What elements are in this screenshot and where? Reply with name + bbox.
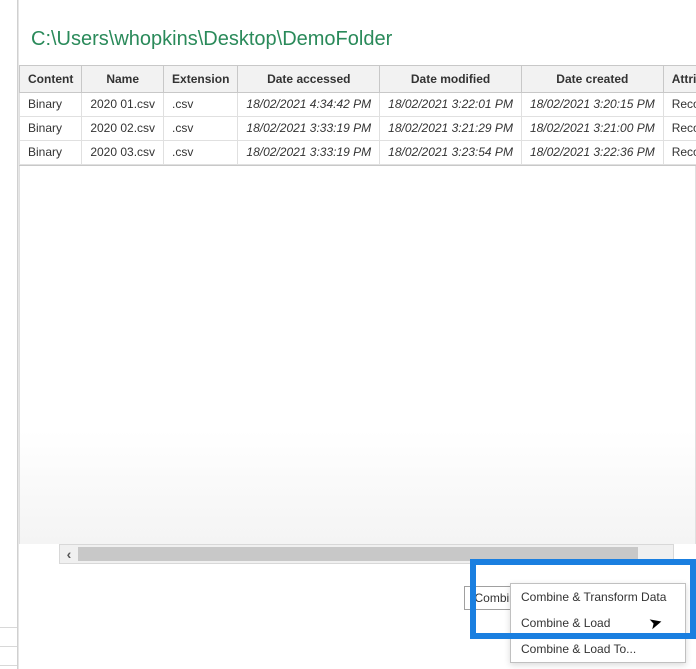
cell-extension: .csv	[164, 116, 238, 140]
cell-date-accessed: 18/02/2021 3:33:19 PM	[238, 140, 380, 164]
cell-attributes: Record	[663, 92, 696, 116]
table-row[interactable]: Binary2020 03.csv.csv18/02/2021 3:33:19 …	[20, 140, 696, 164]
menu-combine-transform[interactable]: Combine & Transform Data	[511, 584, 685, 610]
scroll-left-button[interactable]: ‹	[60, 545, 78, 563]
cell-extension: .csv	[164, 140, 238, 164]
col-content[interactable]: Content	[20, 66, 82, 92]
cell-content: Binary	[20, 92, 82, 116]
col-date-modified[interactable]: Date modified	[380, 66, 522, 92]
folder-path-title: C:\Users\whopkins\Desktop\DemoFolder	[19, 0, 696, 65]
table-row[interactable]: Binary2020 02.csv.csv18/02/2021 3:33:19 …	[20, 116, 696, 140]
combine-dropdown-menu: Combine & Transform Data Combine & Load …	[510, 583, 686, 663]
cell-date-created: 18/02/2021 3:20:15 PM	[521, 92, 663, 116]
cell-content: Binary	[20, 140, 82, 164]
col-extension[interactable]: Extension	[164, 66, 238, 92]
menu-combine-load-to[interactable]: Combine & Load To...	[511, 636, 685, 662]
cell-date-created: 18/02/2021 3:22:36 PM	[521, 140, 663, 164]
cell-attributes: Record	[663, 140, 696, 164]
spreadsheet-left-margin	[0, 0, 18, 669]
table-row[interactable]: Binary2020 01.csv.csv18/02/2021 4:34:42 …	[20, 92, 696, 116]
col-attributes[interactable]: Attributes	[663, 66, 696, 92]
cell-name: 2020 02.csv	[82, 116, 164, 140]
scroll-thumb[interactable]	[78, 547, 638, 561]
cell-content: Binary	[20, 116, 82, 140]
cell-date-modified: 18/02/2021 3:23:54 PM	[380, 140, 522, 164]
cell-date-modified: 18/02/2021 3:21:29 PM	[380, 116, 522, 140]
file-list-grid: Content Name Extension Date accessed Dat…	[19, 65, 696, 166]
cell-name: 2020 01.csv	[82, 92, 164, 116]
cell-date-modified: 18/02/2021 3:22:01 PM	[380, 92, 522, 116]
cell-attributes: Record	[663, 116, 696, 140]
col-date-accessed[interactable]: Date accessed	[238, 66, 380, 92]
menu-combine-load[interactable]: Combine & Load	[511, 610, 685, 636]
cell-extension: .csv	[164, 92, 238, 116]
col-name[interactable]: Name	[82, 66, 164, 92]
cell-date-created: 18/02/2021 3:21:00 PM	[521, 116, 663, 140]
column-header-row: Content Name Extension Date accessed Dat…	[20, 66, 696, 92]
folder-preview-dialog: C:\Users\whopkins\Desktop\DemoFolder Con…	[18, 0, 696, 669]
cell-date-accessed: 18/02/2021 4:34:42 PM	[238, 92, 380, 116]
cell-name: 2020 03.csv	[82, 140, 164, 164]
horizontal-scrollbar[interactable]: ‹	[59, 544, 674, 564]
col-date-created[interactable]: Date created	[521, 66, 663, 92]
cell-date-accessed: 18/02/2021 3:33:19 PM	[238, 116, 380, 140]
grid-empty-area	[19, 166, 696, 544]
